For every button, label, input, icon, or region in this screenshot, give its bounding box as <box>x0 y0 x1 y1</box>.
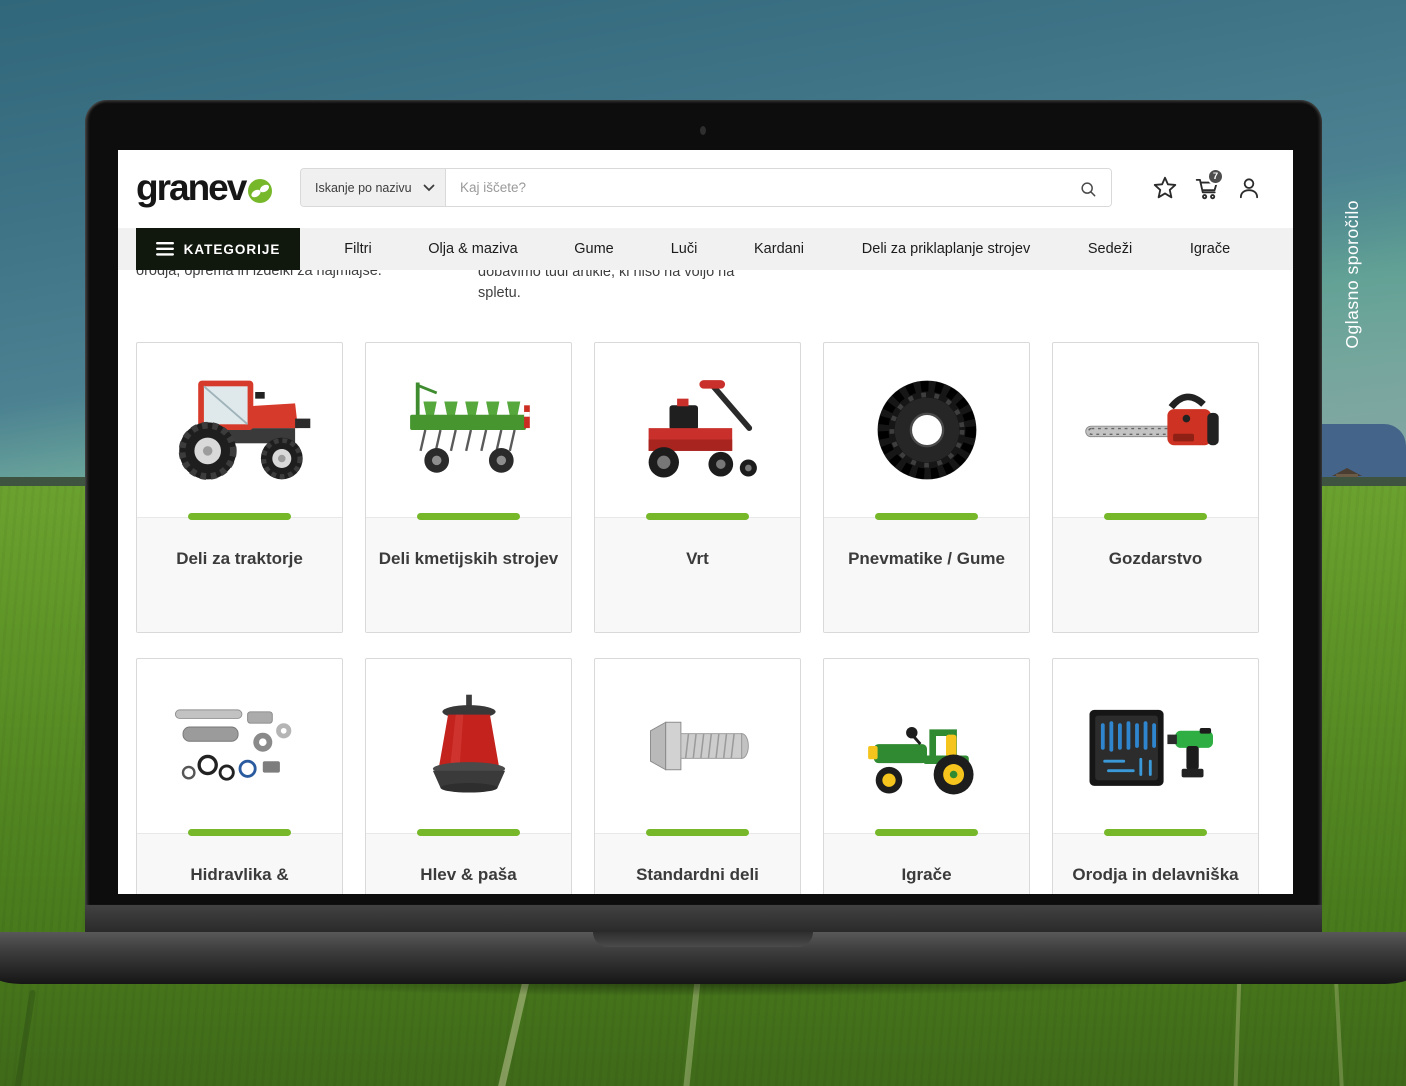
search-scope-label: Iskanje po nazivu <box>315 181 412 195</box>
category-accent-bar <box>188 829 291 836</box>
chevron-down-icon <box>423 184 435 192</box>
search-scope-dropdown[interactable]: Iskanje po nazivu <box>301 169 446 206</box>
toy-tractor-image <box>824 659 1029 833</box>
nav-item-lu-i[interactable]: Luči <box>671 228 698 270</box>
search-bar: Iskanje po nazivu <box>300 168 1112 207</box>
category-grid: Deli za traktorje Deli kmetijskih stroje… <box>136 342 1259 894</box>
category-accent-bar <box>1104 829 1207 836</box>
category-accent-bar <box>1104 513 1207 520</box>
category-title: Hidravlika & <box>137 833 342 894</box>
nav-item-filtri[interactable]: Filtri <box>344 228 371 270</box>
nav-item-gume[interactable]: Gume <box>574 228 614 270</box>
category-accent-bar <box>417 513 520 520</box>
nav-item-olja-maziva[interactable]: Olja & maziva <box>428 228 517 270</box>
category-title: Orodja in delavniška <box>1053 833 1258 894</box>
tool-case-image <box>1053 659 1258 833</box>
category-title: Gozdarstvo <box>1053 517 1258 632</box>
category-accent-bar <box>417 829 520 836</box>
webshop-page: granev Iskanje po nazivu 7 orodja, op <box>118 150 1293 894</box>
search-input[interactable] <box>446 169 1111 206</box>
category-card-toy-tractor[interactable]: Igrače <box>823 658 1030 894</box>
favorites-button[interactable] <box>1152 175 1178 201</box>
search-button[interactable] <box>1071 176 1105 202</box>
seed-drill-image <box>366 343 571 517</box>
category-title: Deli kmetijskih strojev <box>366 517 571 632</box>
categories-button-label: KATEGORIJE <box>184 242 281 257</box>
nav-item-sede-i[interactable]: Sedeži <box>1088 228 1132 270</box>
category-card-seed-drill[interactable]: Deli kmetijskih strojev <box>365 342 572 633</box>
category-card-tool-case[interactable]: Orodja in delavniška <box>1052 658 1259 894</box>
category-title: Pnevmatike / Gume <box>824 517 1029 632</box>
category-title: Hlev & paša <box>366 833 571 894</box>
main-nav: KATEGORIJE Filtri Olja & maziva Gume Luči Ka… <box>118 228 1293 270</box>
hydraulics-image <box>137 659 342 833</box>
hamburger-icon <box>156 242 174 256</box>
account-button[interactable] <box>1236 175 1262 201</box>
tire-image <box>824 343 1029 517</box>
category-accent-bar <box>188 513 291 520</box>
feeder-image <box>366 659 571 833</box>
category-card-hydraulics[interactable]: Hidravlika & <box>136 658 343 894</box>
category-card-tractor[interactable]: Deli za traktorje <box>136 342 343 633</box>
ad-disclosure-label: Oglasno sporočilo <box>1342 200 1363 349</box>
logo-text: granev <box>136 166 245 210</box>
category-accent-bar <box>875 513 978 520</box>
bolt-image <box>595 659 800 833</box>
category-accent-bar <box>646 829 749 836</box>
laptop-notch <box>593 932 813 947</box>
chainsaw-image <box>1053 343 1258 517</box>
lawnmower-image <box>595 343 800 517</box>
category-title: Deli za traktorje <box>137 517 342 632</box>
category-card-lawnmower[interactable]: Vrt <box>594 342 801 633</box>
nav-item-kardani[interactable]: Kardani <box>754 228 804 270</box>
categories-button[interactable]: KATEGORIJE <box>136 228 300 270</box>
cart-badge: 7 <box>1207 168 1224 185</box>
laptop-base <box>0 932 1406 984</box>
leaf-o-icon <box>246 176 274 209</box>
category-accent-bar <box>875 829 978 836</box>
user-icon <box>1236 175 1262 201</box>
magnifier-icon <box>1078 179 1098 199</box>
nav-item-igra-e[interactable]: Igrače <box>1190 228 1230 270</box>
tractor-image <box>137 343 342 517</box>
category-title: Vrt <box>595 517 800 632</box>
category-card-chainsaw[interactable]: Gozdarstvo <box>1052 342 1259 633</box>
laptop-hinge <box>85 905 1322 932</box>
category-title: Standardni deli <box>595 833 800 894</box>
logo[interactable]: granev <box>136 166 274 210</box>
category-accent-bar <box>646 513 749 520</box>
cart-button[interactable]: 7 <box>1194 175 1220 201</box>
category-card-bolt[interactable]: Standardni deli <box>594 658 801 894</box>
webcam-icon <box>700 126 706 135</box>
star-icon <box>1152 175 1178 201</box>
category-card-tire[interactable]: Pnevmatike / Gume <box>823 342 1030 633</box>
category-card-feeder[interactable]: Hlev & paša <box>365 658 572 894</box>
category-title: Igrače <box>824 833 1029 894</box>
nav-item-deli-za-priklaplanje-strojev[interactable]: Deli za priklaplanje strojev <box>862 228 1030 270</box>
advertisement-banner: granev Iskanje po nazivu 7 orodja, op <box>0 0 1406 1086</box>
